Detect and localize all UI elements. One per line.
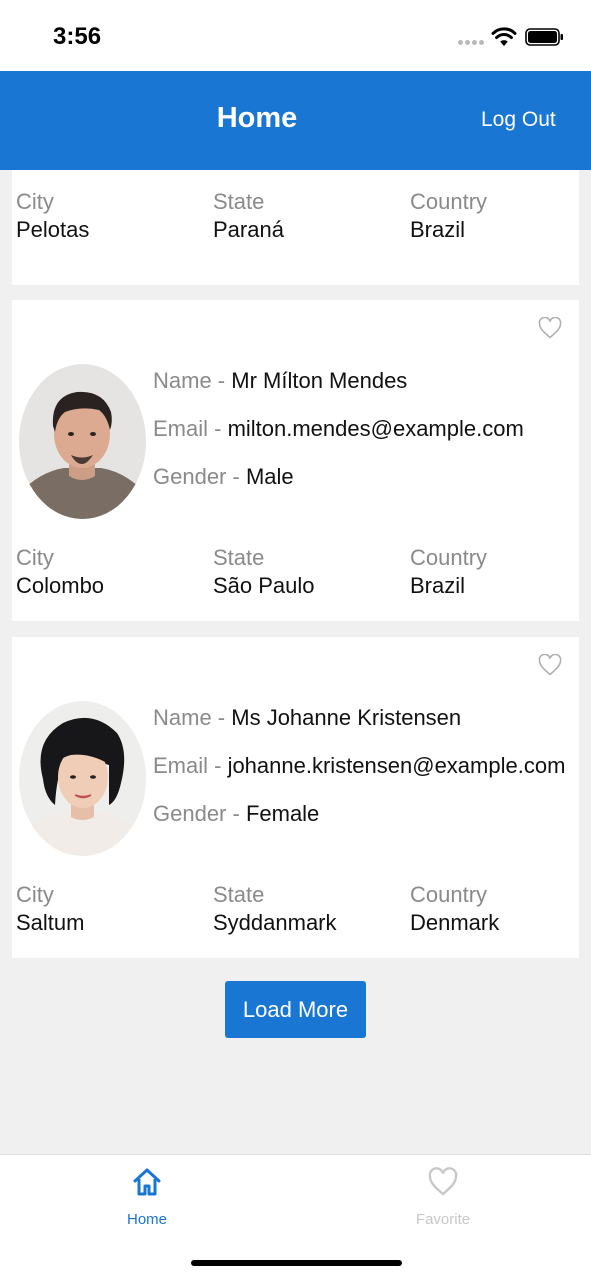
avatar (19, 701, 146, 856)
name-label: Name - (153, 705, 232, 730)
status-bar: 3:56 (0, 0, 591, 71)
state-value: Paraná (213, 217, 284, 242)
tab-home-label: Home (126, 1211, 167, 1228)
signal-icon (458, 40, 484, 46)
gender-value: Female (245, 801, 320, 826)
gender-value: Male (245, 464, 294, 489)
load-more-button[interactable]: Load More (225, 981, 366, 1038)
gender-label: Gender - (153, 801, 246, 826)
country-value: Brazil (410, 573, 466, 598)
logout-button[interactable]: Log Out (481, 108, 556, 132)
user-list[interactable]: City Pelotas State Paraná Country Brazil (0, 170, 591, 1154)
tab-favorite[interactable]: Favorite (343, 1155, 543, 1235)
country-value: Denmark (410, 910, 500, 935)
email-row: Email - johanne.kristensen@example.com (153, 752, 573, 780)
city-value: Colombo (16, 573, 105, 598)
home-icon (133, 1168, 161, 1196)
email-label: Email - (153, 416, 228, 441)
email-value: milton.mendes@example.com (227, 416, 524, 441)
gender-row: Gender - Female (153, 800, 573, 828)
email-label: Email - (153, 753, 228, 778)
state-label: State (213, 189, 265, 214)
gender-row: Gender - Male (153, 463, 573, 491)
name-value: Mr Mílton Mendes (231, 368, 408, 393)
user-info: Name - Mr Mílton Mendes Email - milton.m… (153, 367, 573, 511)
user-card: Name - Ms Johanne Kristensen Email - joh… (12, 637, 579, 958)
heart-icon[interactable] (538, 317, 562, 339)
user-card: City Pelotas State Paraná Country Brazil (12, 170, 579, 285)
page-title: Home (216, 102, 298, 134)
location-row: City Colombo State São Paulo Country Bra… (16, 544, 576, 604)
user-info: Name - Ms Johanne Kristensen Email - joh… (153, 704, 573, 848)
status-time: 3:56 (53, 23, 102, 50)
state-value: São Paulo (213, 573, 315, 598)
gender-label: Gender - (153, 464, 246, 489)
country-label: Country (410, 882, 488, 907)
name-row: Name - Ms Johanne Kristensen (153, 704, 573, 732)
wifi-icon (491, 27, 517, 46)
avatar (19, 364, 146, 519)
email-value: johanne.kristensen@example.com (227, 753, 566, 778)
city-label: City (16, 189, 54, 214)
city-label: City (16, 882, 54, 907)
user-card: Name - Mr Mílton Mendes Email - milton.m… (12, 300, 579, 621)
state-label: State (213, 545, 265, 570)
heart-icon (428, 1167, 458, 1196)
name-value: Ms Johanne Kristensen (231, 705, 462, 730)
name-row: Name - Mr Mílton Mendes (153, 367, 573, 395)
country-label: Country (410, 189, 488, 214)
header-bar: Home Log Out (0, 71, 591, 170)
city-label: City (16, 545, 54, 570)
heart-icon[interactable] (538, 654, 562, 676)
email-row: Email - milton.mendes@example.com (153, 415, 573, 443)
country-label: Country (410, 545, 488, 570)
tab-favorite-label: Favorite (415, 1211, 471, 1228)
state-label: State (213, 882, 265, 907)
city-value: Saltum (16, 910, 85, 935)
location-row: City Saltum State Syddanmark Country Den… (16, 881, 576, 941)
home-indicator (191, 1260, 402, 1266)
tab-home[interactable]: Home (47, 1155, 247, 1235)
name-label: Name - (153, 368, 232, 393)
city-value: Pelotas (16, 217, 90, 242)
state-value: Syddanmark (213, 910, 337, 935)
battery-icon (525, 28, 563, 46)
location-row: City Pelotas State Paraná Country Brazil (16, 188, 576, 248)
country-value: Brazil (410, 217, 466, 242)
